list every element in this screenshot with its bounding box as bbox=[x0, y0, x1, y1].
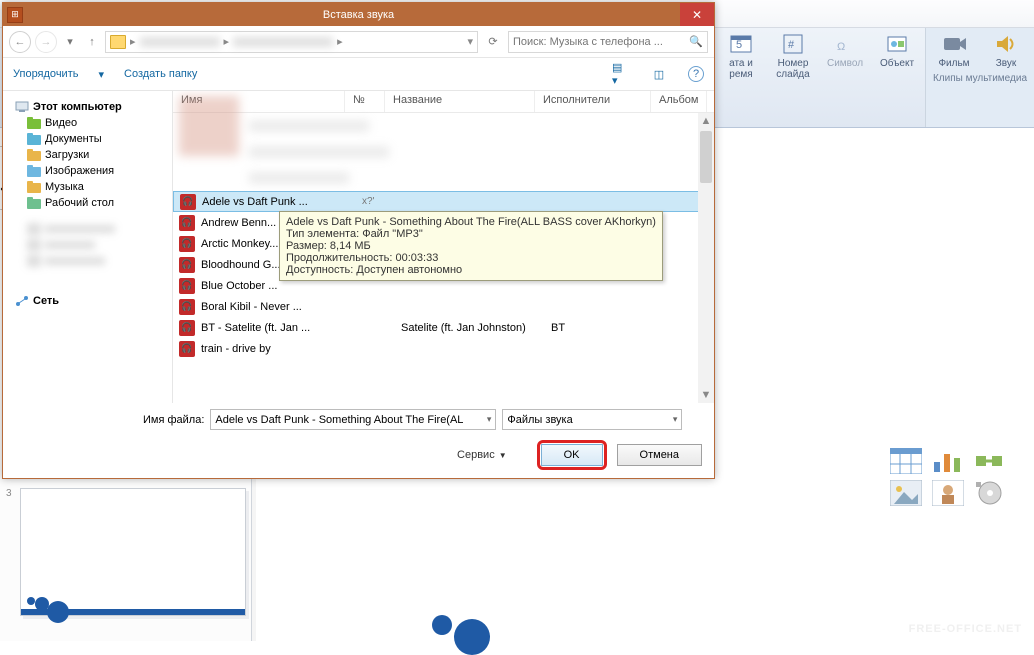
file-row[interactable]: BT - Satelite (ft. Jan ... Satelite (ft.… bbox=[173, 317, 714, 338]
ribbon-sound-button[interactable]: Звук bbox=[984, 32, 1028, 69]
folder-icon bbox=[27, 149, 41, 161]
breadcrumb-sep: ▸ bbox=[130, 35, 136, 48]
sidebar-item-label: Документы bbox=[45, 133, 102, 145]
sidebar-network[interactable]: Сеть bbox=[9, 293, 166, 309]
search-icon: 🔍 bbox=[689, 35, 703, 48]
music-file-icon bbox=[179, 215, 195, 231]
refresh-button[interactable]: ⟳ bbox=[482, 31, 504, 53]
music-file-icon bbox=[180, 194, 196, 210]
music-file-icon bbox=[179, 341, 195, 357]
ribbon-movie-button[interactable]: Фильм bbox=[932, 32, 976, 69]
search-input[interactable] bbox=[513, 36, 689, 48]
sidebar-item[interactable]: Изображения bbox=[9, 163, 166, 179]
file-row[interactable]: Boral Kibil - Never ... bbox=[173, 296, 714, 317]
sidebar-item-label: Изображения bbox=[45, 165, 114, 177]
folder-icon bbox=[110, 35, 126, 49]
sidebar-item[interactable]: Рабочий стол bbox=[9, 195, 166, 211]
folder-icon bbox=[27, 133, 41, 145]
file-name: train - drive by bbox=[201, 343, 361, 355]
sidebar-item[interactable]: Документы bbox=[9, 131, 166, 147]
help-button[interactable]: ? bbox=[688, 66, 704, 82]
ribbon-object-button[interactable]: Объект bbox=[875, 32, 919, 80]
address-bar[interactable]: ▸ ▸ ▸ ▾ bbox=[105, 31, 478, 53]
music-file-icon bbox=[179, 299, 195, 315]
music-file-icon bbox=[179, 257, 195, 273]
file-name: Adele vs Daft Punk ... bbox=[202, 196, 362, 208]
ribbon-datetime-button[interactable]: 5 ата и ремя bbox=[719, 32, 763, 80]
music-file-icon bbox=[179, 236, 195, 252]
close-button[interactable]: ✕ bbox=[680, 3, 714, 26]
thumbnail-number: 3 bbox=[6, 488, 12, 499]
nav-forward-button[interactable]: → bbox=[35, 31, 57, 53]
file-list: Имя № Название Исполнители Альбом Adele … bbox=[173, 91, 714, 403]
search-box[interactable]: 🔍 bbox=[508, 31, 708, 53]
service-menu[interactable]: Сервис ▼ bbox=[457, 449, 507, 461]
filetype-value: Файлы звука bbox=[507, 414, 572, 426]
column-number[interactable]: № bbox=[345, 91, 385, 112]
content-icon-media[interactable] bbox=[974, 480, 1006, 506]
folder-icon bbox=[27, 197, 41, 209]
ribbon-symbol-button[interactable]: Ω Символ bbox=[823, 32, 867, 80]
filename-label: Имя файла: bbox=[143, 414, 204, 426]
column-album[interactable]: Альбом bbox=[651, 91, 707, 112]
dialog-titlebar: ⊞ Вставка звука ✕ bbox=[3, 3, 714, 26]
cancel-button[interactable]: Отмена bbox=[617, 444, 702, 466]
file-name: Boral Kibil - Never ... bbox=[201, 301, 361, 313]
sidebar-item-label: Загрузки bbox=[45, 149, 89, 161]
svg-text:Ω: Ω bbox=[837, 41, 845, 53]
file-tooltip: Adele vs Daft Punk - Something About The… bbox=[279, 211, 663, 281]
column-artist[interactable]: Исполнители bbox=[535, 91, 651, 112]
sidebar-item[interactable]: Загрузки bbox=[9, 147, 166, 163]
ok-button[interactable]: OK bbox=[541, 444, 603, 466]
watermark: FREE-OFFICE.NET bbox=[909, 623, 1022, 635]
sidebar-item-label: Музыка bbox=[45, 181, 84, 193]
svg-text:5: 5 bbox=[736, 39, 742, 51]
folder-icon bbox=[27, 165, 41, 177]
sidebar-item-label: Видео bbox=[45, 117, 77, 129]
sidebar-item[interactable]: Видео bbox=[9, 115, 166, 131]
filetype-combo[interactable]: Файлы звука ▾ bbox=[502, 409, 682, 430]
content-icon-chart[interactable] bbox=[932, 448, 964, 474]
nav-up-button[interactable]: ↑ bbox=[83, 33, 101, 51]
view-mode-button[interactable]: ▤ ▾ bbox=[612, 65, 630, 83]
ribbon-group-media-label: Клипы мультимедиа bbox=[933, 73, 1027, 84]
organize-menu[interactable]: Упорядочить bbox=[13, 68, 78, 80]
folder-icon bbox=[27, 117, 41, 129]
file-row[interactable]: train - drive by bbox=[173, 338, 714, 359]
file-name: BT - Satelite (ft. Jan ... bbox=[201, 322, 361, 334]
content-icon-smartart[interactable] bbox=[974, 448, 1006, 474]
nav-back-button[interactable]: ← bbox=[9, 31, 31, 53]
filename-combo[interactable]: Adele vs Daft Punk - Something About The… bbox=[210, 409, 496, 430]
ribbon-slidenumber-button[interactable]: # Номер слайда bbox=[771, 32, 815, 80]
sidebar-item-label: Рабочий стол bbox=[45, 197, 114, 209]
sidebar: Этот компьютер Видео Документы Загрузки Изо… bbox=[3, 91, 173, 403]
music-file-icon bbox=[179, 278, 195, 294]
content-icon-picture[interactable] bbox=[890, 480, 922, 506]
svg-text:#: # bbox=[788, 39, 795, 51]
file-row[interactable]: Adele vs Daft Punk ... x?' bbox=[173, 191, 714, 212]
folder-icon bbox=[27, 181, 41, 193]
app-icon: ⊞ bbox=[7, 7, 23, 23]
column-title[interactable]: Название bbox=[385, 91, 535, 112]
music-file-icon bbox=[179, 320, 195, 336]
newfolder-button[interactable]: Создать папку bbox=[124, 68, 197, 80]
preview-pane-button[interactable]: ◫ bbox=[650, 65, 668, 83]
sidebar-item[interactable]: Музыка bbox=[9, 179, 166, 195]
nav-history-button[interactable]: ▾ bbox=[61, 33, 79, 51]
list-scrollbar[interactable]: ▲ ▼ bbox=[698, 113, 714, 403]
content-icon-table[interactable] bbox=[890, 448, 922, 474]
content-icon-clipart[interactable] bbox=[932, 480, 964, 506]
insert-sound-dialog: ⊞ Вставка звука ✕ ← → ▾ ↑ ▸ ▸ ▸ ▾ ⟳ 🔍 Уп… bbox=[2, 2, 715, 479]
dialog-title: Вставка звука bbox=[323, 9, 394, 21]
filename-value: Adele vs Daft Punk - Something About The… bbox=[215, 414, 486, 426]
sidebar-computer[interactable]: Этот компьютер bbox=[9, 99, 166, 115]
file-name: Blue October ... bbox=[201, 280, 361, 292]
slide-thumbnail[interactable] bbox=[20, 488, 246, 616]
